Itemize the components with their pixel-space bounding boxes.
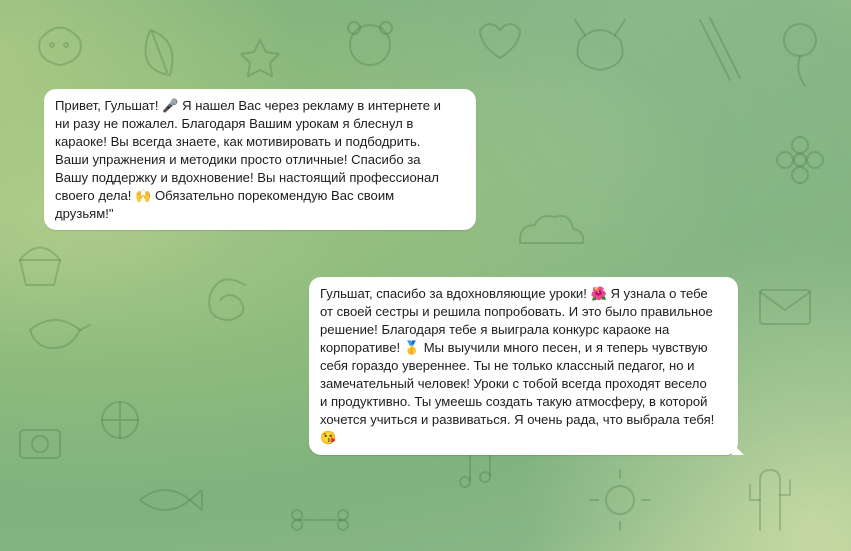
doodle-sun-icon (589, 469, 651, 531)
message-bubble-outgoing[interactable]: Гульшат, спасибо за вдохновляющие уроки!… (309, 277, 738, 455)
doodle-bear-icon (347, 21, 393, 66)
doodle-star-icon (240, 39, 280, 77)
doodle-leaf-icon (144, 29, 174, 76)
doodle-fish-icon (139, 489, 203, 511)
wallpaper-doodles (0, 0, 851, 551)
doodle-bone-icon (291, 509, 349, 531)
doodle-flower-icon (776, 136, 824, 184)
doodle-pencil-icon (699, 17, 741, 81)
doodle-cat-icon (38, 26, 82, 66)
doodle-balloon-icon (783, 23, 817, 87)
doodle-dog-icon (574, 19, 626, 71)
doodle-ball-icon (101, 401, 139, 439)
doodle-heart-icon (479, 23, 521, 59)
doodle-camera-icon (19, 429, 61, 459)
doodle-envelope-icon (759, 289, 811, 325)
doodle-spiral-icon (208, 278, 246, 321)
doodle-cupcake-icon (19, 246, 61, 286)
doodle-cloud-icon (519, 214, 585, 244)
doodle-bird-icon (29, 319, 91, 350)
doodle-cactus-icon (749, 469, 791, 531)
message-bubble-incoming[interactable]: Привет, Гульшат! 🎤 Я нашел Вас через рек… (44, 89, 476, 230)
